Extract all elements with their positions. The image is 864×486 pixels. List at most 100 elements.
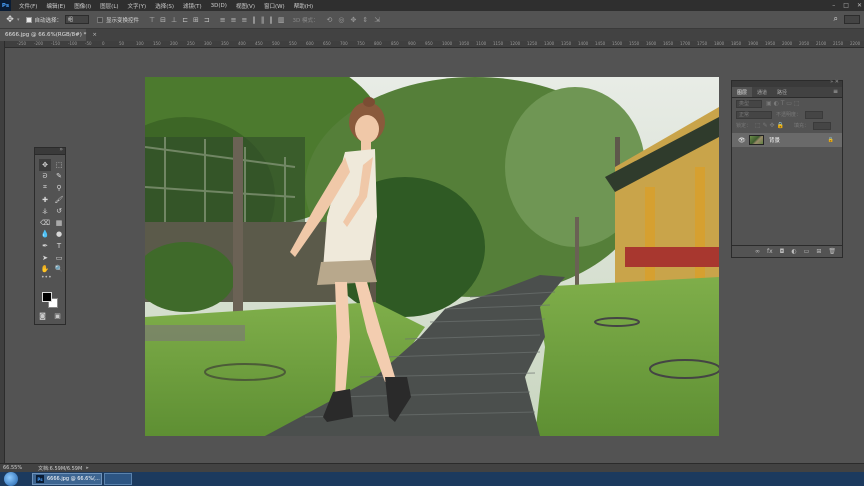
rectangle-tool-icon[interactable]: ▭ bbox=[53, 252, 65, 264]
lock-icons[interactable]: ⬚ ✎ ✥ 🔒 bbox=[755, 122, 784, 129]
document-tab[interactable]: 6666.jpg @ 66.6%(RGB/8#) * × bbox=[0, 29, 97, 41]
show-transform-checkbox[interactable] bbox=[97, 16, 104, 23]
workspace-select[interactable] bbox=[844, 15, 860, 24]
menu-window[interactable]: 窗口(W) bbox=[264, 2, 285, 10]
opacity-field[interactable] bbox=[805, 110, 824, 119]
tab-channels[interactable]: 通道 bbox=[752, 87, 772, 97]
blur-tool-icon[interactable]: 💧 bbox=[39, 229, 51, 241]
healing-brush-tool-icon[interactable]: ✚ bbox=[39, 194, 51, 206]
blend-mode-select[interactable]: 正常 bbox=[736, 110, 772, 119]
minimize-icon[interactable]: – bbox=[832, 2, 835, 9]
canvas-photo[interactable] bbox=[145, 77, 719, 436]
gradient-tool-icon[interactable]: ▦ bbox=[53, 217, 65, 229]
menu-layer[interactable]: 图层(L) bbox=[100, 2, 118, 10]
add-mask-icon[interactable]: ◘ bbox=[780, 248, 785, 255]
start-button-icon[interactable] bbox=[4, 472, 18, 486]
taskbar-photoshop-button[interactable]: Ps 6666.jpg @ 66.6%(... bbox=[32, 473, 102, 485]
zoom-level[interactable]: 66.55% bbox=[3, 465, 33, 471]
align-bottom-icon[interactable]: ⊥ bbox=[171, 16, 177, 24]
menu-file[interactable]: 文件(F) bbox=[19, 2, 37, 10]
more-tools-icon[interactable]: ••• bbox=[35, 274, 65, 283]
fill-field[interactable] bbox=[812, 121, 831, 130]
new-group-icon[interactable]: ▭ bbox=[804, 248, 810, 255]
3d-mode-label: 3D 模式： bbox=[292, 17, 319, 24]
move-tool-preset-icon[interactable]: ✥ bbox=[4, 14, 16, 26]
menu-type[interactable]: 文字(Y) bbox=[128, 2, 147, 10]
layer-row-background[interactable]: 👁 背景 🔒 bbox=[732, 133, 842, 147]
auto-select-target-select[interactable]: 组 bbox=[65, 15, 90, 24]
ruler-mark: 1550 bbox=[629, 41, 640, 46]
ruler-mark: 250 bbox=[187, 41, 195, 46]
visibility-eye-icon[interactable]: 👁 bbox=[738, 137, 747, 144]
lasso-tool-icon[interactable]: ᘐ bbox=[39, 171, 51, 183]
top-ruler[interactable]: -250 -200 -150 -100 -50 0 50 100 150 200 250 300 350… bbox=[5, 41, 864, 48]
type-tool-icon[interactable]: T bbox=[53, 240, 65, 252]
panel-menu-icon[interactable]: ≡ bbox=[833, 88, 838, 95]
distribute-right-icon[interactable]: ‖ bbox=[269, 16, 273, 24]
menu-filter[interactable]: 滤镜(T) bbox=[183, 2, 202, 10]
eyedropper-tool-icon[interactable]: ⚲ bbox=[53, 182, 65, 194]
quick-select-tool-icon[interactable]: ✎ bbox=[53, 171, 65, 183]
filter-icons[interactable]: ▣ ◐ T ▭ ⬚ bbox=[766, 100, 800, 107]
layer-kind-filter[interactable]: 类型 bbox=[736, 99, 762, 108]
distribute-left-icon[interactable]: ‖ bbox=[252, 16, 256, 24]
tab-layers[interactable]: 图层 bbox=[732, 87, 753, 97]
auto-align-icon[interactable]: ▥ bbox=[278, 16, 285, 24]
screen-mode-icon[interactable]: ▣ bbox=[54, 312, 61, 320]
eraser-tool-icon[interactable]: ⌫ bbox=[39, 217, 51, 229]
search-icon[interactable]: ⌕ bbox=[834, 14, 838, 24]
crop-tool-icon[interactable]: ⌗ bbox=[39, 182, 51, 194]
maximize-icon[interactable]: □ bbox=[843, 2, 849, 9]
zoom-tool-icon[interactable]: 🔍 bbox=[53, 263, 65, 275]
marquee-tool-icon[interactable]: ⬚ bbox=[53, 159, 65, 171]
foreground-color-swatch[interactable] bbox=[42, 292, 52, 302]
move-tool-icon[interactable]: ✥ bbox=[39, 159, 51, 171]
close-tab-icon[interactable]: × bbox=[92, 32, 97, 38]
align-right-icon[interactable]: ⊐ bbox=[204, 16, 210, 24]
distribute-bottom-icon[interactable]: ≡ bbox=[242, 16, 248, 24]
tab-paths[interactable]: 路径 bbox=[772, 87, 792, 97]
path-selection-tool-icon[interactable]: ➤ bbox=[39, 252, 51, 264]
link-layers-icon[interactable]: ∞ bbox=[755, 248, 760, 255]
history-brush-tool-icon[interactable]: ↺ bbox=[53, 205, 65, 217]
adjustment-layer-icon[interactable]: ◐ bbox=[791, 248, 796, 255]
brush-tool-icon[interactable]: 🖌 bbox=[53, 194, 65, 206]
quick-mask-icon[interactable]: ◙ bbox=[39, 312, 46, 320]
taskbar-second-button[interactable] bbox=[104, 473, 132, 485]
tools-panel-header[interactable] bbox=[35, 146, 65, 155]
3d-rotate-icon[interactable]: ⟲ bbox=[327, 16, 333, 24]
distribute-top-icon[interactable]: ≡ bbox=[220, 16, 226, 24]
ruler-mark: 2200 bbox=[850, 41, 861, 46]
distribute-vcenter-icon[interactable]: ≡ bbox=[231, 16, 237, 24]
fill-label: 填充： bbox=[793, 123, 809, 129]
3d-pan-icon[interactable]: ✥ bbox=[350, 16, 356, 24]
3d-scale-icon[interactable]: ⇲ bbox=[374, 16, 380, 24]
preset-chevron-down-icon[interactable]: ▾ bbox=[17, 17, 20, 23]
align-hcenter-icon[interactable]: ⊞ bbox=[193, 16, 199, 24]
menu-edit[interactable]: 编辑(E) bbox=[46, 2, 65, 10]
new-layer-icon[interactable]: ⊞ bbox=[816, 248, 821, 255]
status-menu-arrow-icon[interactable]: ▸ bbox=[86, 465, 89, 471]
menu-3d[interactable]: 3D(D) bbox=[211, 3, 227, 9]
align-buttons: ⊤ ⊟ ⊥ ⊏ ⊞ ⊐ bbox=[149, 16, 210, 24]
layer-style-icon[interactable]: fx bbox=[767, 248, 773, 255]
ruler-mark: 350 bbox=[221, 41, 229, 46]
align-left-icon[interactable]: ⊏ bbox=[182, 16, 188, 24]
dodge-tool-icon[interactable]: ● bbox=[53, 229, 65, 241]
close-window-icon[interactable]: ✕ bbox=[857, 2, 862, 9]
auto-select-checkbox[interactable] bbox=[25, 16, 32, 23]
align-vcenter-icon[interactable]: ⊟ bbox=[160, 16, 166, 24]
left-ruler[interactable] bbox=[0, 41, 5, 463]
pen-tool-icon[interactable]: ✒ bbox=[39, 240, 51, 252]
3d-roll-icon[interactable]: ◎ bbox=[338, 16, 344, 24]
distribute-hcenter-icon[interactable]: ‖ bbox=[261, 16, 265, 24]
menu-select[interactable]: 选择(S) bbox=[155, 2, 174, 10]
ruler-mark: 100 bbox=[136, 41, 144, 46]
clone-stamp-tool-icon[interactable]: ⚶ bbox=[39, 205, 51, 217]
menu-help[interactable]: 帮助(H) bbox=[294, 2, 313, 10]
menu-image[interactable]: 图像(I) bbox=[74, 2, 91, 10]
align-top-icon[interactable]: ⊤ bbox=[149, 16, 155, 24]
3d-slide-icon[interactable]: ⇕ bbox=[362, 16, 368, 24]
menu-view[interactable]: 视图(V) bbox=[236, 2, 255, 10]
delete-layer-icon[interactable]: 🗑 bbox=[828, 248, 836, 255]
